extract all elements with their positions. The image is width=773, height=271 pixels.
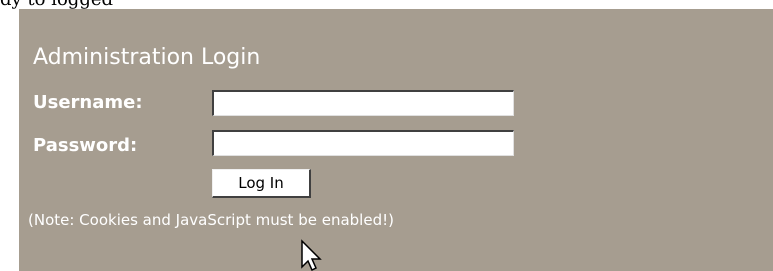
log-in-button[interactable]: Log In [212,169,311,198]
password-input[interactable] [212,130,514,156]
username-input[interactable] [212,90,514,116]
username-label: Username: [33,92,143,113]
page: dy to logged Administration Login Userna… [0,0,773,271]
password-label: Password: [33,135,138,156]
mouse-pointer-icon [301,239,322,271]
login-title: Administration Login [33,45,261,70]
cookie-javascript-note: (Note: Cookies and JavaScript must be en… [28,211,394,229]
